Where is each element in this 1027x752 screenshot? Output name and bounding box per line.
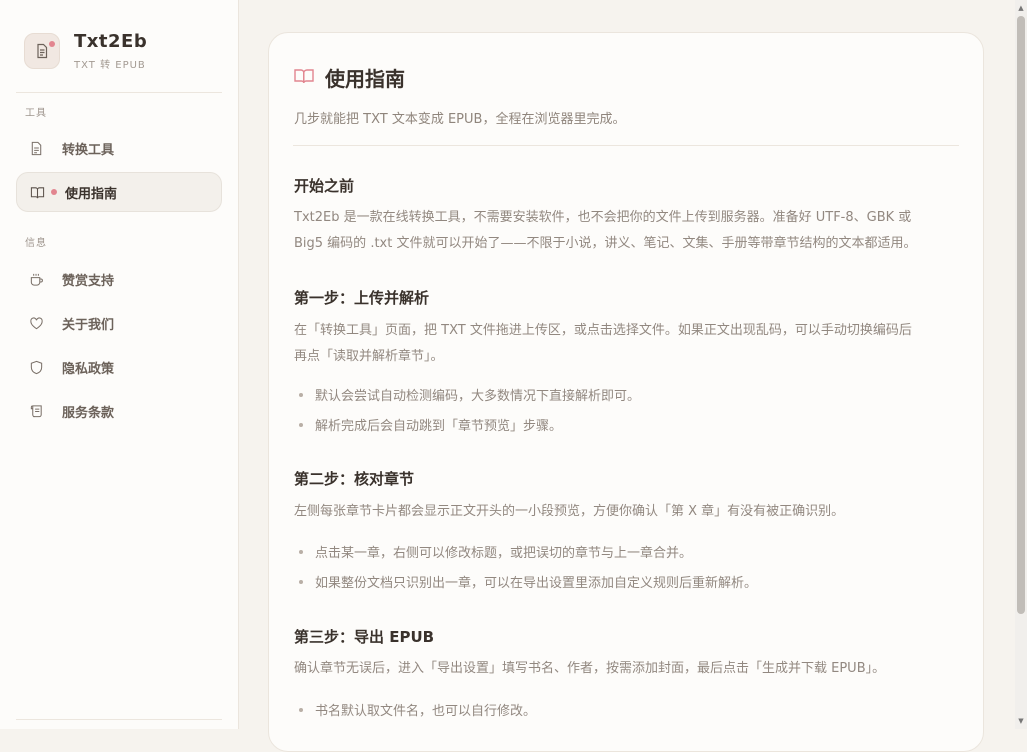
page-title-row: 使用指南 — [293, 63, 405, 92]
list-item-text: 默认会尝试自动检测编码，大多数情况下直接解析即可。 — [315, 389, 641, 404]
paragraph-line: 在「转换工具」页面，把 TXT 文件拖进上传区，或点击选择文件。如果正文出现乱码… — [294, 323, 912, 338]
bullet-icon — [299, 707, 303, 712]
document-icon — [24, 33, 60, 69]
brand-name: Txt2Eb — [74, 31, 148, 52]
shield-icon — [28, 359, 44, 375]
section-paragraph: 在「转换工具」页面，把 TXT 文件拖进上传区，或点击选择文件。如果正文出现乱码… — [294, 318, 966, 370]
sidebar-bottom-divider — [16, 719, 222, 720]
paragraph-line: 再点「读取并解析章节」。 — [294, 349, 444, 364]
paragraph-line: Txt2Eb 是一款在线转换工具，不需要安装软件，也不会把你的文件上传到服务器。… — [294, 210, 912, 225]
section-paragraph: Txt2Eb 是一款在线转换工具，不需要安装软件，也不会把你的文件上传到服务器。… — [294, 205, 966, 257]
title-divider — [293, 145, 959, 146]
sidebar-item-label: 赞赏支持 — [62, 273, 115, 289]
scroll-up-arrow-icon[interactable]: ▲ — [1017, 3, 1025, 13]
section-heading: 第二步：核对章节 — [294, 470, 415, 488]
heart-icon — [28, 315, 44, 331]
section-paragraph: 左侧每张章节卡片都会显示正文开头的一小段预览，方便你确认「第 X 章」有没有被正… — [294, 499, 966, 525]
list-item: 默认会尝试自动检测编码，大多数情况下直接解析即可。 — [299, 385, 640, 404]
brand-subtitle: TXT 转 EPUB — [74, 60, 146, 71]
list-item: 书名默认取文件名，也可以自行修改。 — [299, 700, 536, 719]
list-item: 如果整份文档只识别出一章，可以在导出设置里添加自定义规则后重新解析。 — [299, 572, 757, 591]
guide-card: 使用指南 几步就能把 TXT 文本变成 EPUB，全程在浏览器里完成。 开始之前… — [268, 32, 984, 752]
list-item-text: 点击某一章，右侧可以修改标题，或把误切的章节与上一章合并。 — [315, 546, 693, 561]
scroll-down-arrow-icon[interactable]: ▼ — [1017, 716, 1025, 726]
bullet-icon — [299, 392, 303, 397]
sidebar-item-privacy[interactable]: 隐私政策 — [16, 347, 222, 387]
sidebar-item-label: 关于我们 — [62, 317, 115, 333]
paragraph-line: 确认章节无误后，进入「导出设置」填写书名、作者，按需添加封面，最后点击「生成并下… — [294, 661, 886, 676]
section-label-info: 信息 — [25, 238, 47, 249]
list-item: 点击某一章，右侧可以修改标题，或把误切的章节与上一章合并。 — [299, 542, 692, 561]
section-paragraph: 确认章节无误后，进入「导出设置」填写书名、作者，按需添加封面，最后点击「生成并下… — [294, 656, 966, 682]
active-indicator-dot — [51, 189, 57, 195]
section-heading: 第三步：导出 EPUB — [294, 628, 435, 646]
section-heading: 开始之前 — [294, 177, 355, 195]
sidebar-item-converter[interactable]: 转换工具 — [16, 128, 222, 168]
list-item-text: 书名默认取文件名，也可以自行修改。 — [315, 704, 537, 719]
section-heading: 第一步：上传并解析 — [294, 289, 430, 307]
bullet-icon — [299, 549, 303, 554]
list-item-text: 解析完成后会自动跳到「章节预览」步骤。 — [315, 419, 563, 434]
coffee-cup-icon — [28, 271, 44, 287]
sidebar-item-label: 使用指南 — [65, 186, 118, 202]
sidebar-item-label: 服务条款 — [62, 405, 115, 421]
scroll-icon — [28, 403, 44, 419]
sidebar-divider — [16, 92, 222, 93]
document-icon — [28, 140, 44, 156]
brand-badge-dot — [49, 41, 55, 47]
list-item: 解析完成后会自动跳到「章节预览」步骤。 — [299, 415, 562, 434]
section-label-tools: 工具 — [25, 108, 47, 119]
sidebar-item-label: 隐私政策 — [62, 361, 115, 377]
list-item-text: 如果整份文档只识别出一章，可以在导出设置里添加自定义规则后重新解析。 — [315, 576, 758, 591]
scrollbar-thumb[interactable] — [1017, 16, 1025, 614]
sidebar-item-label: 转换工具 — [62, 142, 115, 158]
paragraph-line: Big5 编码的 .txt 文件就可以开始了——不限于小说，讲义、笔记、文集、手… — [294, 236, 917, 251]
bullet-icon — [299, 579, 303, 584]
page-intro: 几步就能把 TXT 文本变成 EPUB，全程在浏览器里完成。 — [294, 112, 626, 127]
brand[interactable]: Txt2Eb TXT 转 EPUB — [24, 31, 147, 71]
paragraph-line: 左侧每张章节卡片都会显示正文开头的一小段预览，方便你确认「第 X 章」有没有被正… — [294, 504, 845, 519]
sidebar-item-about[interactable]: 关于我们 — [16, 303, 222, 343]
sidebar-item-guide[interactable]: 使用指南 — [16, 172, 222, 212]
sidebar-item-terms[interactable]: 服务条款 — [16, 391, 222, 431]
book-open-icon — [293, 65, 315, 91]
book-open-icon — [29, 184, 45, 200]
sidebar: Txt2Eb TXT 转 EPUB 工具 转换工具 使用指南 信息 赞赏支持 关… — [0, 0, 239, 729]
bullet-icon — [299, 422, 303, 427]
page-title: 使用指南 — [325, 67, 405, 91]
sidebar-item-support[interactable]: 赞赏支持 — [16, 259, 222, 299]
scrollbar[interactable]: ▲ ▼ — [1015, 0, 1027, 729]
